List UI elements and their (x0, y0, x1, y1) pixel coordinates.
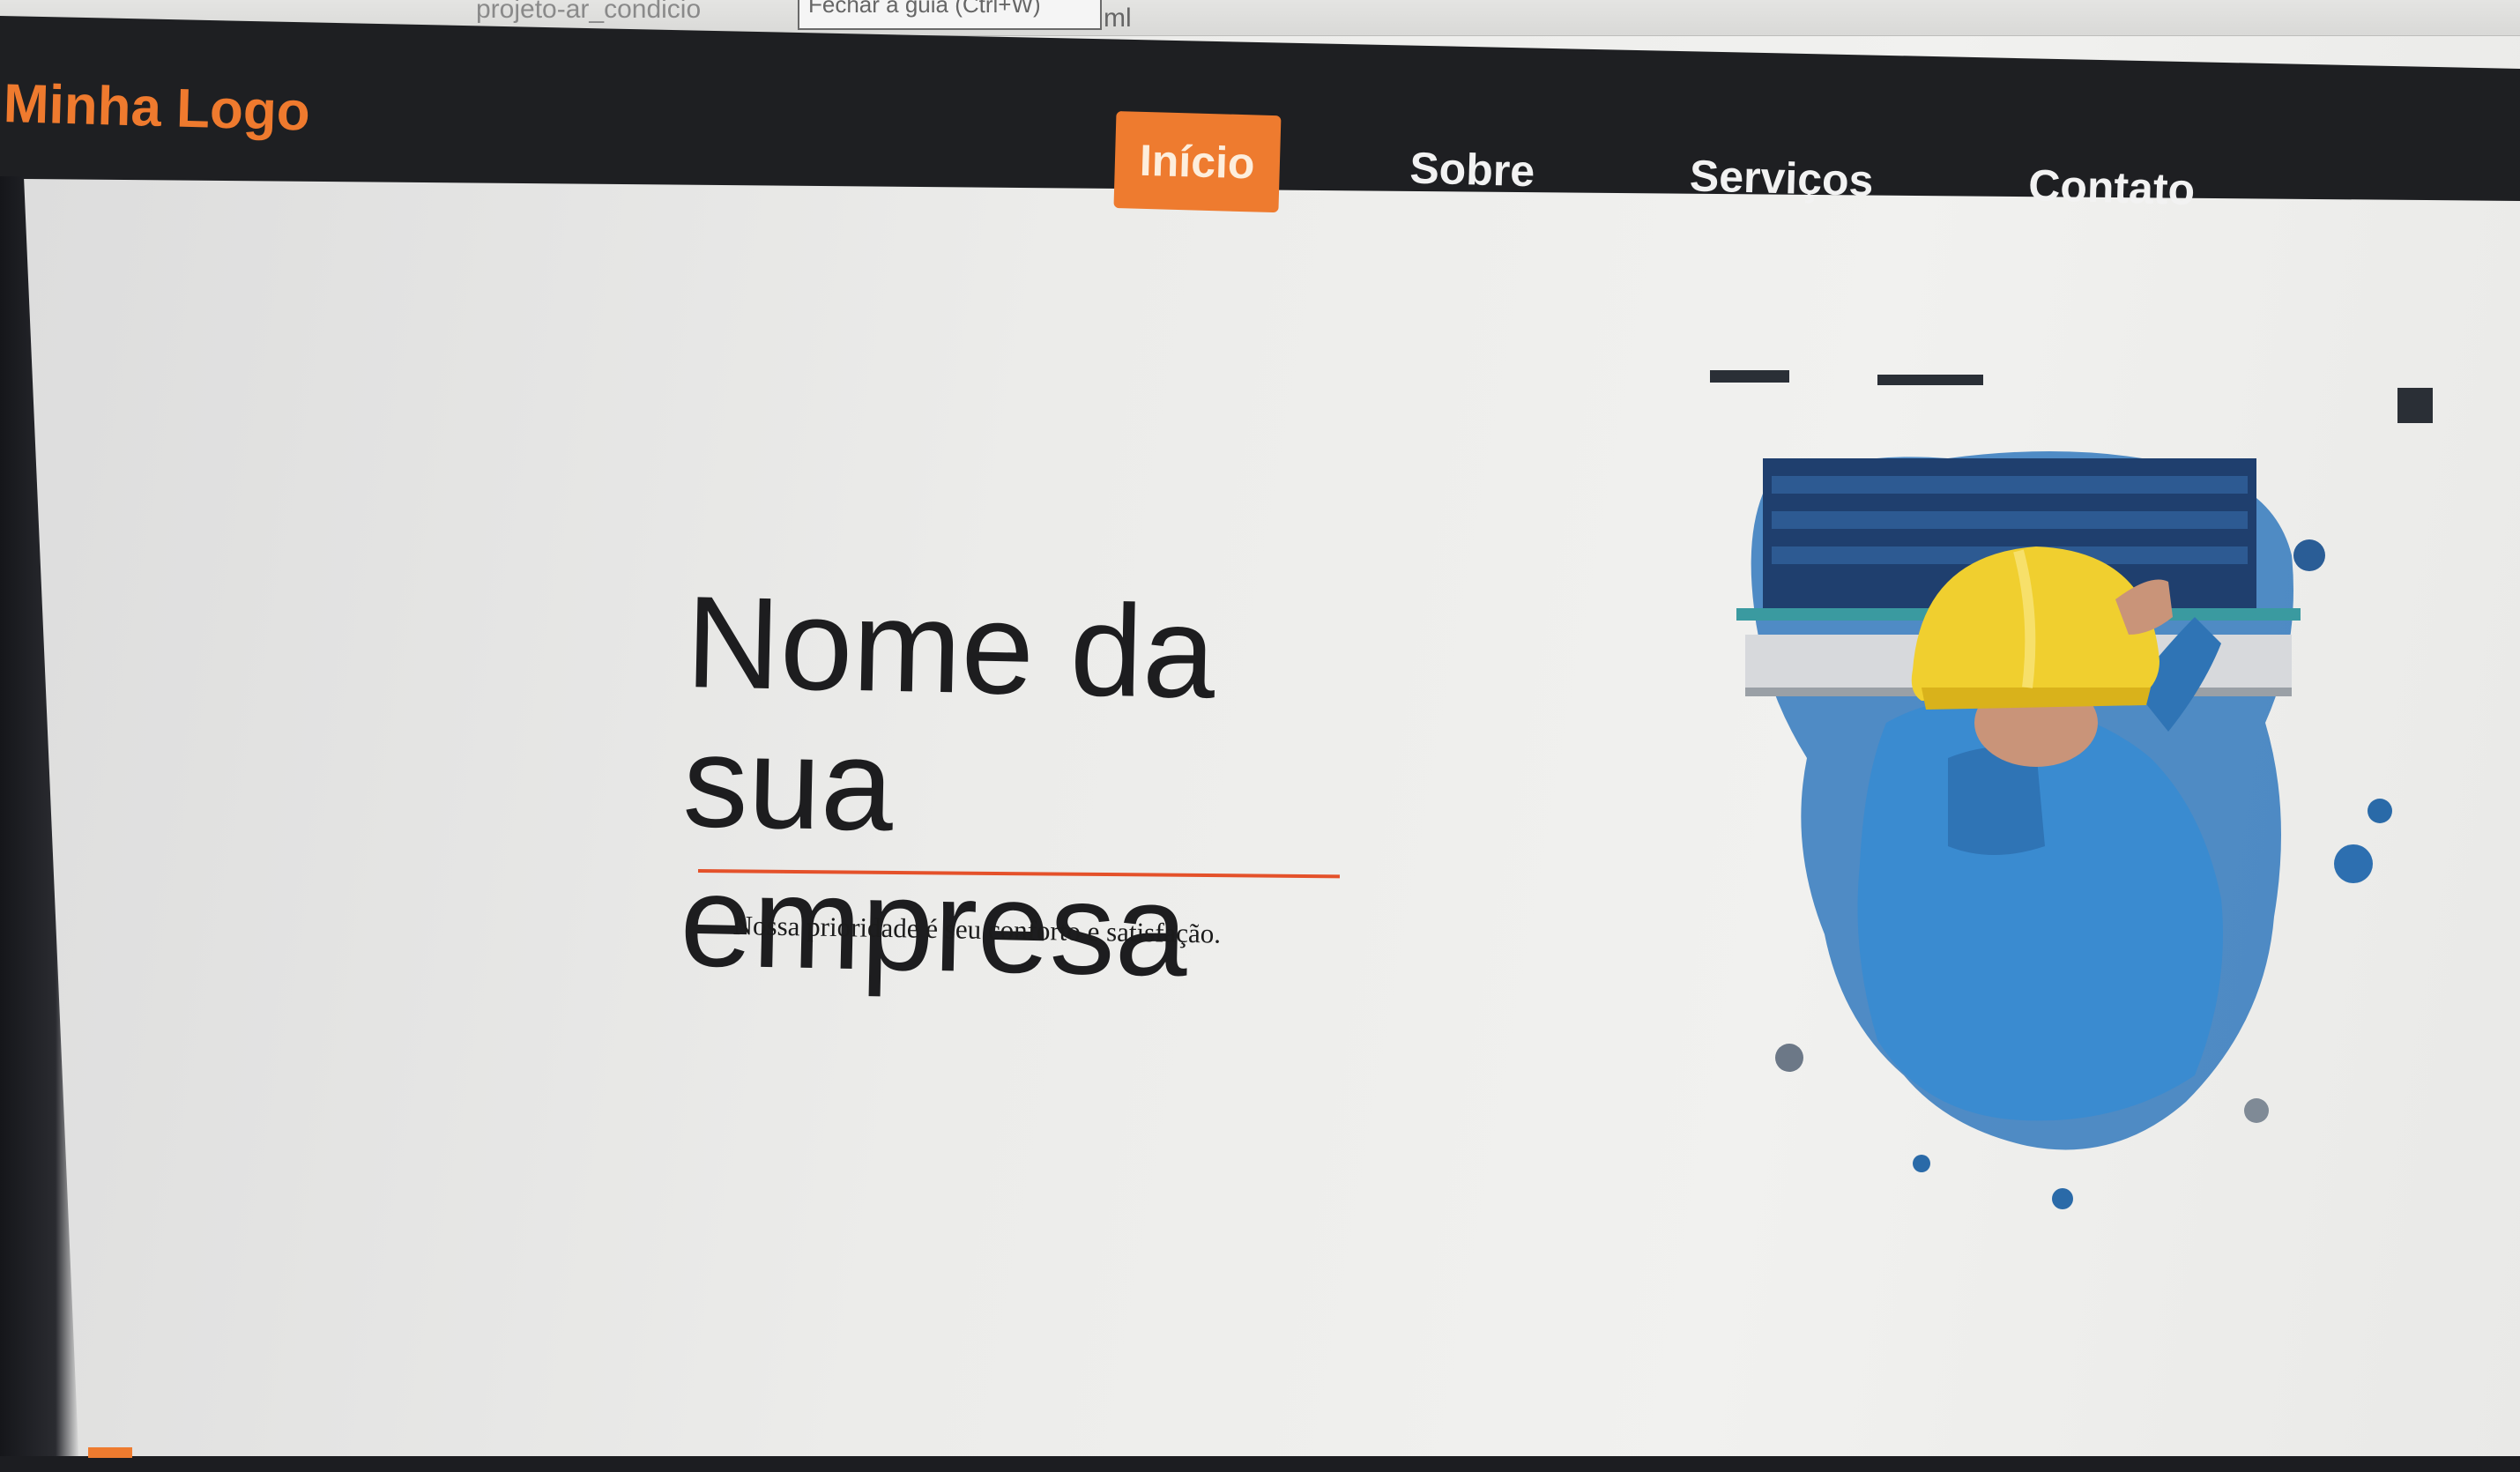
technician-illustration (1710, 370, 2433, 1209)
monitor-bezel-left (0, 176, 79, 1472)
close-tab-tooltip: Fechar a guia (Ctrl+W) (798, 0, 1102, 30)
browser-url-tail: ml (1104, 4, 1132, 33)
monitor-bezel-bottom (0, 1456, 2520, 1472)
nav-item-contato[interactable]: Contato (2003, 136, 2221, 239)
browser-url-text[interactable]: projeto-ar_condicio (476, 0, 701, 25)
nav-item-servicos[interactable]: Serviços (1664, 126, 1899, 229)
nav-item-sobre[interactable]: Sobre (1384, 119, 1561, 220)
bottom-accent (88, 1447, 132, 1458)
nav-item-inicio[interactable]: Início (1113, 111, 1282, 213)
site-logo[interactable]: Minha Logo (3, 72, 311, 144)
browser-viewport: projeto-ar_condicio Fechar a guia (Ctrl+… (0, 0, 2520, 1472)
